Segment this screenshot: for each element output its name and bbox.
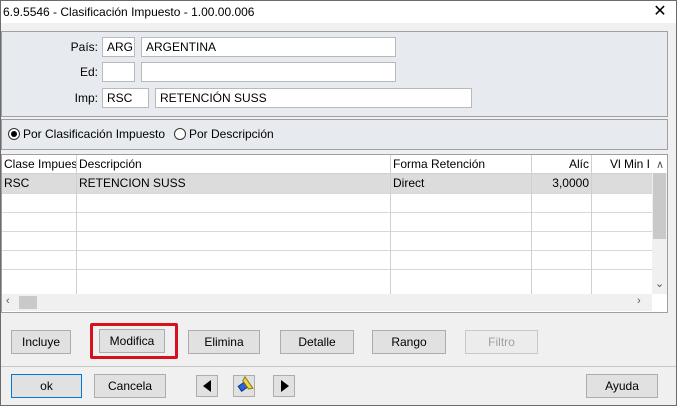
ed-code-field[interactable] [102, 62, 135, 82]
imp-code-field[interactable]: RSC [102, 88, 149, 108]
sort-option1-label: Por Clasificación Impuesto [23, 127, 166, 141]
modifica-button[interactable]: Modifica [99, 329, 165, 353]
search-record-button[interactable] [233, 375, 255, 397]
vertical-scrollbar[interactable]: ⌄ [652, 173, 667, 294]
ed-name-field[interactable] [141, 62, 396, 82]
scroll-down-icon[interactable]: ⌄ [655, 277, 664, 290]
scroll-left-icon[interactable]: ‹ [6, 295, 10, 307]
cell-descripcion: RETENCION SUSS [77, 174, 391, 193]
empty-row[interactable] [2, 212, 652, 232]
column-header-clase[interactable]: Clase Impuesto [2, 155, 77, 173]
vertical-scroll-thumb[interactable] [653, 173, 666, 239]
next-record-button[interactable] [273, 375, 295, 397]
column-header-descripcion[interactable]: Descripción [77, 155, 391, 173]
triangle-right-icon [281, 380, 289, 392]
horizontal-scrollbar[interactable]: ‹ › [2, 294, 652, 311]
filtro-button[interactable]: Filtro [465, 330, 538, 354]
ok-button[interactable]: ok [11, 374, 82, 398]
ayuda-button[interactable]: Ayuda [586, 374, 658, 398]
sort-by-clasificacion-radio[interactable]: Por Clasificación Impuesto [8, 127, 165, 141]
tax-classification-grid[interactable]: Clase Impuesto Descripción Forma Retenci… [1, 154, 668, 313]
imp-name-field[interactable]: RETENCIÓN SUSS [155, 88, 472, 108]
title-bar: 6.9.5546 - Clasificación Impuesto - 1.00… [1, 1, 676, 23]
sort-by-descripcion-radio[interactable]: Por Descripción [174, 127, 274, 141]
cell-vl-min [592, 174, 652, 193]
table-row[interactable]: RSC RETENCION SUSS Direct 3,0000 [2, 174, 652, 194]
window-title: 6.9.5546 - Clasificación Impuesto - 1.00… [3, 5, 255, 19]
column-header-vl-min[interactable]: Vl Min I [592, 155, 652, 173]
cell-forma-retencion: Direct [391, 174, 532, 193]
pais-label: País: [70, 40, 98, 54]
incluye-button[interactable]: Incluye [11, 330, 71, 354]
triangle-left-icon [203, 380, 211, 392]
empty-row[interactable] [2, 193, 652, 213]
grid-header: Clase Impuesto Descripción Forma Retenci… [2, 155, 652, 174]
empty-row[interactable] [2, 269, 652, 294]
column-header-alic[interactable]: Alíc [532, 155, 592, 173]
radio-selected-icon [8, 128, 20, 140]
pais-code-field[interactable]: ARG [102, 37, 135, 57]
cancela-button[interactable]: Cancela [94, 374, 166, 398]
elimina-button[interactable]: Elimina [188, 330, 260, 354]
flashlight-icon [237, 376, 254, 393]
cell-alic: 3,0000 [532, 174, 592, 193]
close-icon[interactable]: ✕ [644, 1, 676, 23]
sort-panel: Por Clasificación Impuesto Por Descripci… [1, 119, 668, 150]
column-header-forma-retencion[interactable]: Forma Retención [391, 155, 532, 173]
bottom-bar: ok Cancela Ayuda [1, 366, 676, 405]
ed-label: Ed: [79, 65, 98, 79]
cell-clase: RSC [2, 174, 77, 193]
empty-row[interactable] [2, 231, 652, 251]
radio-unselected-icon [174, 128, 186, 140]
scroll-up-icon[interactable]: ∧ [656, 158, 664, 171]
detalle-button[interactable]: Detalle [280, 330, 354, 354]
header-panel: País: ARG ARGENTINA Ed: Imp: RSC RETENCI… [1, 31, 668, 117]
scroll-right-icon[interactable]: › [637, 295, 641, 307]
imp-label: Imp: [74, 91, 98, 105]
horizontal-scroll-thumb[interactable] [19, 296, 37, 309]
previous-record-button[interactable] [196, 375, 218, 397]
rango-button[interactable]: Rango [372, 330, 446, 354]
pais-name-field[interactable]: ARGENTINA [141, 37, 396, 57]
empty-row[interactable] [2, 250, 652, 270]
dialog-window: 6.9.5546 - Clasificación Impuesto - 1.00… [0, 0, 677, 406]
sort-option2-label: Por Descripción [189, 127, 274, 141]
